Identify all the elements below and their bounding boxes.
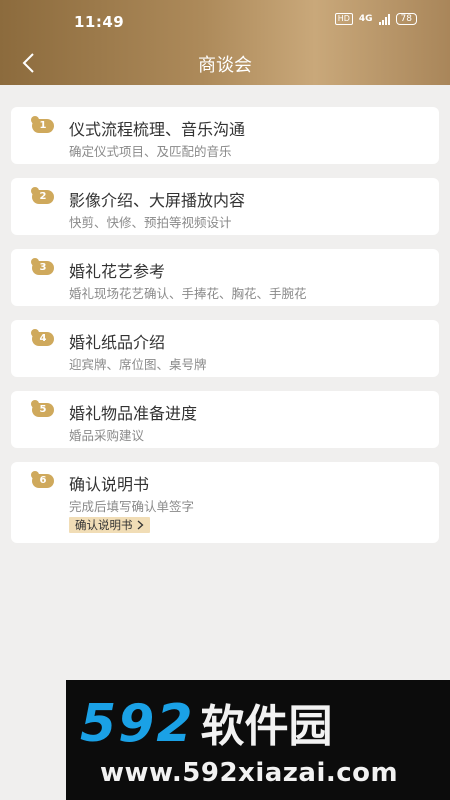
number-badge: 1 bbox=[31, 116, 54, 133]
number-badge: 4 bbox=[31, 329, 54, 346]
list-item[interactable]: 1 仪式流程梳理、音乐沟通 确定仪式项目、及匹配的音乐 bbox=[11, 107, 439, 164]
status-bar: 11:49 HD 4G 78 bbox=[0, 0, 450, 42]
item-subtitle: 快剪、快修、预拍等视频设计 bbox=[69, 215, 232, 230]
list-item[interactable]: 6 确认说明书 完成后填写确认单签字 确认说明书 bbox=[11, 462, 439, 543]
number-badge: 5 bbox=[31, 400, 54, 417]
status-time: 11:49 bbox=[74, 13, 125, 31]
watermark-digits: 592 bbox=[80, 694, 195, 754]
hd-icon: HD bbox=[334, 13, 353, 25]
item-subtitle: 迎宾牌、席位图、桌号牌 bbox=[69, 357, 207, 372]
list-item[interactable]: 5 婚礼物品准备进度 婚品采购建议 bbox=[11, 391, 439, 448]
watermark: 592 软件园 www.592xiazai.com bbox=[66, 680, 450, 800]
item-subtitle: 婚品采购建议 bbox=[69, 428, 145, 443]
network-type: 4G bbox=[358, 14, 373, 24]
item-subtitle: 婚礼现场花艺确认、手捧花、胸花、手腕花 bbox=[69, 286, 307, 301]
list-item[interactable]: 3 婚礼花艺参考 婚礼现场花艺确认、手捧花、胸花、手腕花 bbox=[11, 249, 439, 306]
item-title: 确认说明书 bbox=[69, 475, 150, 494]
list-item[interactable]: 2 影像介绍、大屏播放内容 快剪、快修、预拍等视频设计 bbox=[11, 178, 439, 235]
confirm-manual-label: 确认说明书 bbox=[75, 518, 133, 532]
status-icons: HD 4G 78 bbox=[334, 13, 417, 25]
item-title: 婚礼纸品介绍 bbox=[69, 333, 166, 352]
page-title: 商谈会 bbox=[198, 55, 252, 76]
number-badge: 3 bbox=[31, 258, 54, 275]
signal-icon bbox=[378, 13, 390, 25]
number-badge: 6 bbox=[31, 471, 54, 488]
item-subtitle: 完成后填写确认单签字 bbox=[69, 499, 195, 514]
meeting-item-list: 1 仪式流程梳理、音乐沟通 确定仪式项目、及匹配的音乐 2 影像介绍、大屏播放内… bbox=[11, 107, 439, 557]
battery-icon: 78 bbox=[395, 13, 417, 25]
watermark-logo: 592 软件园 bbox=[80, 694, 333, 757]
item-title: 婚礼物品准备进度 bbox=[69, 404, 198, 423]
chevron-right-icon bbox=[137, 520, 143, 530]
confirm-manual-button[interactable]: 确认说明书 bbox=[69, 517, 150, 533]
header-bar: 11:49 HD 4G 78 商谈会 bbox=[0, 0, 450, 85]
number-badge: 2 bbox=[31, 187, 54, 204]
item-title: 婚礼花艺参考 bbox=[69, 262, 166, 281]
watermark-name: 软件园 bbox=[200, 701, 333, 752]
list-item[interactable]: 4 婚礼纸品介绍 迎宾牌、席位图、桌号牌 bbox=[11, 320, 439, 377]
item-title: 仪式流程梳理、音乐沟通 bbox=[69, 120, 246, 139]
nav-bar: 商谈会 bbox=[0, 42, 450, 85]
item-title: 影像介绍、大屏播放内容 bbox=[69, 191, 246, 210]
watermark-url: www.592xiazai.com bbox=[100, 758, 399, 788]
item-subtitle: 确定仪式项目、及匹配的音乐 bbox=[69, 144, 232, 159]
